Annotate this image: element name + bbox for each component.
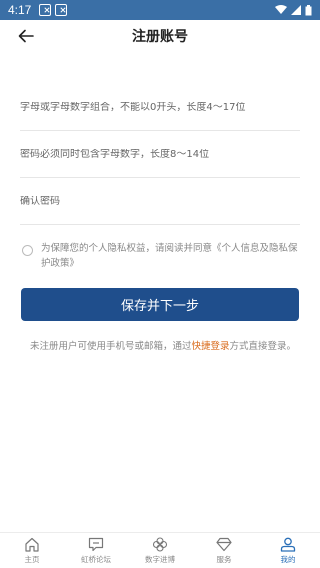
battery-icon xyxy=(301,4,312,16)
register-note: 未注册用户可使用手机号或邮箱，通过快捷登录方式直接登录。 xyxy=(30,340,298,354)
agreement: 为保障您的个人隐私权益，请阅读并同意《个人信息及隐私保护政策》 xyxy=(22,241,302,271)
password-field xyxy=(20,131,300,178)
tab-label: 我的 xyxy=(280,554,296,564)
person-icon xyxy=(280,537,296,552)
tab-label: 虹桥论坛 xyxy=(81,554,111,564)
confirm-password-input[interactable] xyxy=(20,195,300,207)
username-input[interactable] xyxy=(20,101,300,113)
diamond-icon xyxy=(216,537,232,551)
signal-icon xyxy=(287,5,301,15)
status-bar: 4:17 xyxy=(0,0,320,20)
note-text-after: 方式直接登录。 xyxy=(229,341,297,352)
tab-mine[interactable]: 我的 xyxy=(256,533,320,568)
header: 注册账号 xyxy=(0,20,320,52)
notification-icon xyxy=(39,4,52,16)
tab-home[interactable]: 主页 xyxy=(0,533,64,568)
arrow-left-icon xyxy=(18,29,34,43)
forum-icon xyxy=(88,537,104,551)
password-input[interactable] xyxy=(20,148,300,160)
home-icon xyxy=(25,537,39,552)
tab-service[interactable]: 服务 xyxy=(192,533,256,568)
tab-label: 服务 xyxy=(216,554,232,564)
page-title: 注册账号 xyxy=(132,29,188,45)
username-field xyxy=(20,84,300,131)
note-text-before: 未注册用户可使用手机号或邮箱，通过 xyxy=(30,341,192,352)
wifi-icon xyxy=(271,5,287,15)
tab-forum[interactable]: 虹桥论坛 xyxy=(64,533,128,568)
save-next-button[interactable]: 保存并下一步 xyxy=(21,288,299,321)
tab-label: 数字进博 xyxy=(145,554,175,564)
agreement-text[interactable]: 为保障您的个人隐私权益，请阅读并同意《个人信息及隐私保护政策》 xyxy=(41,241,302,271)
bottom-tab-bar: 主页 虹桥论坛 数字进博 服务 我的 xyxy=(0,532,320,568)
tab-digital-expo[interactable]: 数字进博 xyxy=(128,533,192,568)
clover-icon xyxy=(152,536,168,552)
confirm-password-field xyxy=(20,178,300,225)
quick-login-link[interactable]: 快捷登录 xyxy=(192,341,230,352)
status-time: 4:17 xyxy=(8,3,32,17)
notification-icon xyxy=(55,4,68,16)
tab-label: 主页 xyxy=(24,554,40,564)
back-button[interactable] xyxy=(14,24,38,48)
agreement-radio[interactable] xyxy=(22,245,33,256)
